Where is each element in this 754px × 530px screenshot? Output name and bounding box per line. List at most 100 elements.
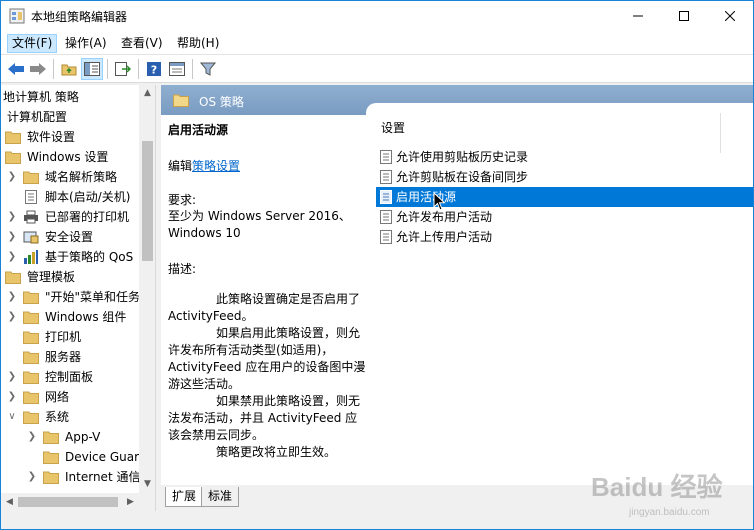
filter-icon [200,62,216,76]
chevron-right-icon[interactable]: ❯ [7,167,17,187]
forward-button[interactable] [27,58,49,80]
script-icon [25,190,37,204]
chevron-right-icon[interactable]: ❯ [7,367,17,387]
details-pane: OS 策略 启用活动源 编辑策略设置 要求: 至少为 Windows Serve… [161,85,753,511]
export-list-button[interactable] [112,58,134,80]
folder-icon [23,311,39,324]
tree-horizontal-scrollbar[interactable]: ◀ ▶ [1,493,155,511]
tree-item[interactable]: Windows 设置 [1,147,139,167]
tree-vertical-scrollbar[interactable]: ▲ ▼ [139,85,155,493]
node-title: OS 策略 [199,95,244,109]
chevron-right-icon[interactable]: ❯ [7,307,17,327]
description-body: 此策略设置确定是否启用了 ActivityFeed。 如果启用此策略设置，则允许… [168,291,366,461]
up-folder-button[interactable] [58,58,80,80]
folder-icon [23,351,39,364]
folder-icon [23,171,39,184]
close-button[interactable] [707,1,753,31]
menu-action[interactable]: 操作(A) [61,34,111,53]
folder-icon [23,411,39,424]
tree-item[interactable]: 服务器 [1,347,139,367]
policy-setting-icon [380,190,392,204]
tree-item[interactable]: ❯ 域名解析策略 [1,167,139,187]
edit-prefix: 编辑 [168,159,193,173]
show-hide-tree-button[interactable] [81,58,103,80]
scroll-left-icon[interactable]: ◀ [1,493,18,511]
printer-icon [24,210,38,224]
gpedit-app-icon [9,8,25,24]
chevron-right-icon[interactable]: ❯ [7,387,17,407]
maximize-icon [679,11,689,21]
tab-standard[interactable]: 标准 [201,487,240,507]
menu-help[interactable]: 帮助(H) [173,34,223,53]
folder-icon [23,391,39,404]
chevron-right-icon[interactable]: ❯ [7,287,17,307]
chevron-right-icon[interactable]: ❯ [27,427,37,447]
tree-item[interactable]: ❯ Windows 组件 [1,307,139,327]
menu-bar: 文件(F) 操作(A) 查看(V) 帮助(H) [1,31,753,55]
setting-row[interactable]: 允许使用剪贴板历史记录 [376,147,753,167]
scroll-up-icon[interactable]: ▲ [139,85,155,102]
chevron-right-icon[interactable]: ❯ [7,247,17,267]
properties-button[interactable] [166,58,188,80]
minimize-icon [633,15,643,17]
scroll-thumb[interactable] [18,497,118,507]
help-icon: ? [147,62,161,77]
folder-icon [23,291,39,304]
security-icon [23,231,39,244]
menu-file[interactable]: 文件(F) [7,34,58,53]
chevron-down-icon[interactable]: ∨ [7,407,17,427]
policy-setting-icon [380,150,392,164]
tree-item[interactable]: ❯ 已部署的打印机 [1,207,139,227]
setting-row[interactable]: 允许剪贴板在设备间同步 [376,167,753,187]
scroll-thumb[interactable] [142,141,153,261]
filter-button[interactable] [197,58,219,80]
policy-setting-icon [380,170,392,184]
tree-item[interactable]: 计算机配置 [1,107,139,127]
watermark-sub: jingyan.baidu.com [629,507,710,518]
settings-column-header[interactable]: 设置 [381,119,405,136]
tree-item[interactable]: ❯ 基于策略的 QoS [1,247,139,267]
tree-item[interactable]: ❯ Internet 通信 [1,467,140,487]
chevron-right-icon[interactable]: ❯ [7,207,17,227]
folder-icon [43,431,59,444]
tree-item[interactable]: ❯ "开始"菜单和任务 [1,287,140,307]
folder-icon [43,451,59,464]
requirements-label: 要求: [168,193,197,207]
folder-icon [5,151,21,164]
setting-row[interactable]: 允许上传用户活动 [376,227,753,247]
tree-item[interactable]: 管理模板 [1,267,139,287]
tree-pane[interactable]: 地计算机 策略 计算机配置 软件设置 Windows 设置 ❯ 域名解析策略 脚… [1,85,156,511]
tree-item[interactable]: 打印机 [1,327,139,347]
tree-item[interactable]: ❯ 控制面板 [1,367,139,387]
scroll-right-icon[interactable]: ▶ [122,493,139,511]
maximize-button[interactable] [661,1,707,31]
toolbar: ? [1,55,753,83]
tree-item[interactable]: ❯ 安全设置 [1,227,139,247]
chevron-right-icon[interactable]: ❯ [27,467,37,487]
back-button[interactable] [5,58,27,80]
window-title: 本地组策略编辑器 [31,10,128,24]
folder-icon [5,131,21,144]
menu-view[interactable]: 查看(V) [117,34,167,53]
policy-setting-icon [380,210,392,224]
up-folder-icon [61,64,77,76]
forward-icon [30,63,46,75]
tree-item[interactable]: Device Guard [1,447,146,467]
edit-policy-link[interactable]: 策略设置 [192,159,240,173]
help-button[interactable]: ? [143,58,165,80]
minimize-button[interactable] [615,1,661,31]
description-paragraph: 如果启用此策略设置，则允许发布所有活动类型(如适用)，ActivityFeed … [168,326,366,391]
tree-item[interactable]: ∨ 系统 [1,407,139,427]
tab-extended[interactable]: 扩展 [165,487,204,507]
tree-item[interactable]: 脚本(启动/关机) [1,187,139,207]
tree-item[interactable]: 软件设置 [1,127,139,147]
tree-item[interactable]: 地计算机 策略 [1,87,139,107]
tree-item[interactable]: ❯ 网络 [1,387,139,407]
edit-policy-line: 编辑策略设置 [168,157,240,174]
toolbar-separator [53,59,54,79]
scroll-down-icon[interactable]: ▼ [139,476,155,493]
description-paragraph: 策略更改将立即生效。 [216,445,337,459]
requirements-text: 至少为 Windows Server 2016、Windows 10 [168,209,351,240]
tree-item[interactable]: ❯ App-V [1,427,139,447]
chevron-right-icon[interactable]: ❯ [7,227,17,247]
